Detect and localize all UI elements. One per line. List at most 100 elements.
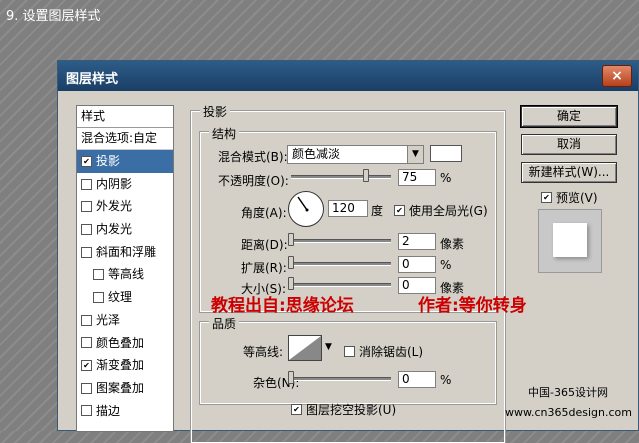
style-item-label: 内阴影 — [96, 176, 133, 191]
style-item[interactable]: 光泽 — [77, 309, 173, 332]
style-item[interactable]: 图案叠加 — [77, 377, 173, 400]
chevron-down-icon[interactable]: ▼ — [407, 146, 423, 163]
contour-dropdown-icon[interactable]: ▼ — [325, 342, 332, 352]
opacity-input[interactable]: 75 — [398, 169, 436, 186]
blend-options-item[interactable]: 混合选项:自定 — [77, 128, 173, 150]
distance-unit: 像素 — [440, 237, 465, 251]
quality-title: 品质 — [209, 315, 240, 332]
style-item[interactable]: 斜面和浮雕 — [77, 241, 173, 264]
antialias-label: 消除锯齿(L) — [359, 345, 424, 359]
style-item[interactable]: 纹理 — [77, 286, 173, 309]
style-item-label: 内发光 — [96, 222, 133, 237]
opacity-slider-thumb[interactable] — [363, 169, 369, 182]
knockout-label: 图层挖空投影(U) — [306, 403, 397, 417]
style-checkbox-icon[interactable] — [81, 178, 92, 190]
noise-slider[interactable] — [291, 377, 391, 381]
spread-input[interactable]: 0 — [398, 256, 436, 273]
styles-header[interactable]: 样式 — [77, 106, 173, 128]
close-icon[interactable]: × — [602, 65, 632, 87]
spread-label: 扩展(R): — [241, 261, 287, 275]
spread-slider-thumb[interactable] — [288, 256, 294, 269]
global-light-label: 使用全局光(G) — [409, 204, 488, 218]
style-item[interactable]: ✔ 投影 — [77, 150, 173, 173]
cancel-button[interactable]: 取消 — [521, 134, 617, 155]
global-light-checkbox[interactable]: ✔ 使用全局光(G) — [394, 202, 488, 219]
angle-input[interactable]: 120 — [328, 200, 368, 217]
antialias-checkbox[interactable]: 消除锯齿(L) — [344, 343, 423, 360]
drop-shadow-title: 投影 — [200, 103, 231, 120]
titlebar[interactable]: 图层样式 × — [58, 61, 638, 91]
style-item-label: 颜色叠加 — [96, 335, 145, 350]
size-slider[interactable] — [291, 283, 391, 287]
contour-label: 等高线: — [243, 345, 284, 359]
style-item[interactable]: ✔ 渐变叠加 — [77, 354, 173, 377]
knockout-check-icon[interactable]: ✔ — [291, 404, 302, 415]
styles-list: 样式 混合选项:自定 ✔ 投影内阴影外发光内发光斜面和浮雕等高线纹理光泽颜色叠加 ✔… — [76, 105, 174, 432]
style-item[interactable]: 内阴影 — [77, 173, 173, 196]
dialog-title: 图层样式 — [66, 72, 119, 87]
style-checkbox-icon[interactable] — [81, 201, 92, 213]
style-item-label: 光泽 — [96, 312, 121, 327]
preview-label: 预览(V) — [556, 191, 598, 205]
style-preview-swatch — [553, 223, 587, 257]
style-item[interactable]: 外发光 — [77, 195, 173, 218]
size-slider-thumb[interactable] — [288, 277, 294, 290]
contour-curve-icon — [289, 336, 321, 360]
preview-checkbox[interactable]: ✔ 预览(V) — [541, 189, 598, 206]
noise-slider-thumb[interactable] — [288, 371, 294, 384]
author-watermark: 作者:等你转身 — [418, 296, 527, 316]
angle-dial-indicator — [297, 196, 309, 212]
style-item-label: 投影 — [96, 154, 121, 168]
style-checkbox-icon[interactable] — [81, 405, 92, 417]
distance-input[interactable]: 2 — [398, 233, 436, 250]
step-caption: 9. 设置图层样式 — [6, 9, 101, 24]
angle-unit: 度 — [371, 204, 384, 218]
distance-slider[interactable] — [291, 239, 391, 243]
opacity-slider[interactable] — [291, 175, 391, 179]
site-credit-line1: 中国-365设计网 — [528, 386, 608, 399]
blend-mode-value: 颜色减淡 — [292, 147, 341, 161]
global-light-check-icon[interactable]: ✔ — [394, 205, 405, 216]
style-checkbox-icon[interactable] — [81, 337, 92, 349]
style-item-label: 等高线 — [108, 267, 145, 282]
style-item[interactable]: 等高线 — [77, 263, 173, 286]
style-checkbox-icon[interactable] — [81, 382, 92, 394]
style-checkbox-icon[interactable]: ✔ — [81, 360, 92, 372]
shadow-color-swatch[interactable] — [430, 145, 462, 162]
opacity-unit: % — [440, 171, 452, 185]
style-item-label: 描边 — [96, 403, 121, 418]
quality-group: 品质 — [199, 315, 497, 405]
contour-preview[interactable] — [288, 335, 322, 361]
antialias-check-icon[interactable] — [344, 346, 355, 357]
distance-slider-thumb[interactable] — [288, 233, 294, 246]
noise-unit: % — [440, 373, 452, 387]
style-item-label: 纹理 — [108, 290, 133, 305]
ok-button[interactable]: 确定 — [520, 105, 618, 128]
style-item-label: 外发光 — [96, 199, 133, 214]
spread-slider[interactable] — [291, 262, 391, 266]
preview-check-icon[interactable]: ✔ — [541, 192, 552, 203]
structure-title: 结构 — [209, 125, 240, 142]
new-style-button[interactable]: 新建样式(W)... — [521, 162, 617, 183]
blend-mode-select[interactable]: 颜色减淡 ▼ — [287, 145, 424, 164]
style-item-label: 图案叠加 — [96, 380, 145, 395]
style-checkbox-icon[interactable]: ✔ — [81, 155, 92, 167]
tutorial-source-watermark: 教程出自:思缘论坛 — [211, 296, 354, 316]
style-item[interactable]: 描边 — [77, 400, 173, 423]
style-checkbox-icon[interactable] — [81, 223, 92, 235]
blend-mode-label: 混合模式(B): — [218, 150, 288, 164]
distance-label: 距离(D): — [241, 238, 288, 252]
knockout-checkbox[interactable]: ✔ 图层挖空投影(U) — [291, 401, 396, 418]
layer-style-dialog: 图层样式 × 样式 混合选项:自定 ✔ 投影内阴影外发光内发光斜面和浮雕等高线纹理… — [57, 60, 639, 443]
style-checkbox-icon[interactable] — [81, 314, 92, 326]
opacity-label: 不透明度(O): — [218, 174, 289, 188]
style-checkbox-icon[interactable] — [81, 246, 92, 258]
angle-dial[interactable] — [288, 191, 324, 227]
style-item[interactable]: 内发光 — [77, 218, 173, 241]
noise-input[interactable]: 0 — [398, 371, 436, 388]
style-checkbox-icon[interactable] — [93, 291, 104, 303]
style-preview-thumbnail — [538, 209, 602, 273]
angle-label: 角度(A): — [241, 206, 287, 220]
style-checkbox-icon[interactable] — [93, 269, 104, 281]
style-item[interactable]: 颜色叠加 — [77, 332, 173, 355]
